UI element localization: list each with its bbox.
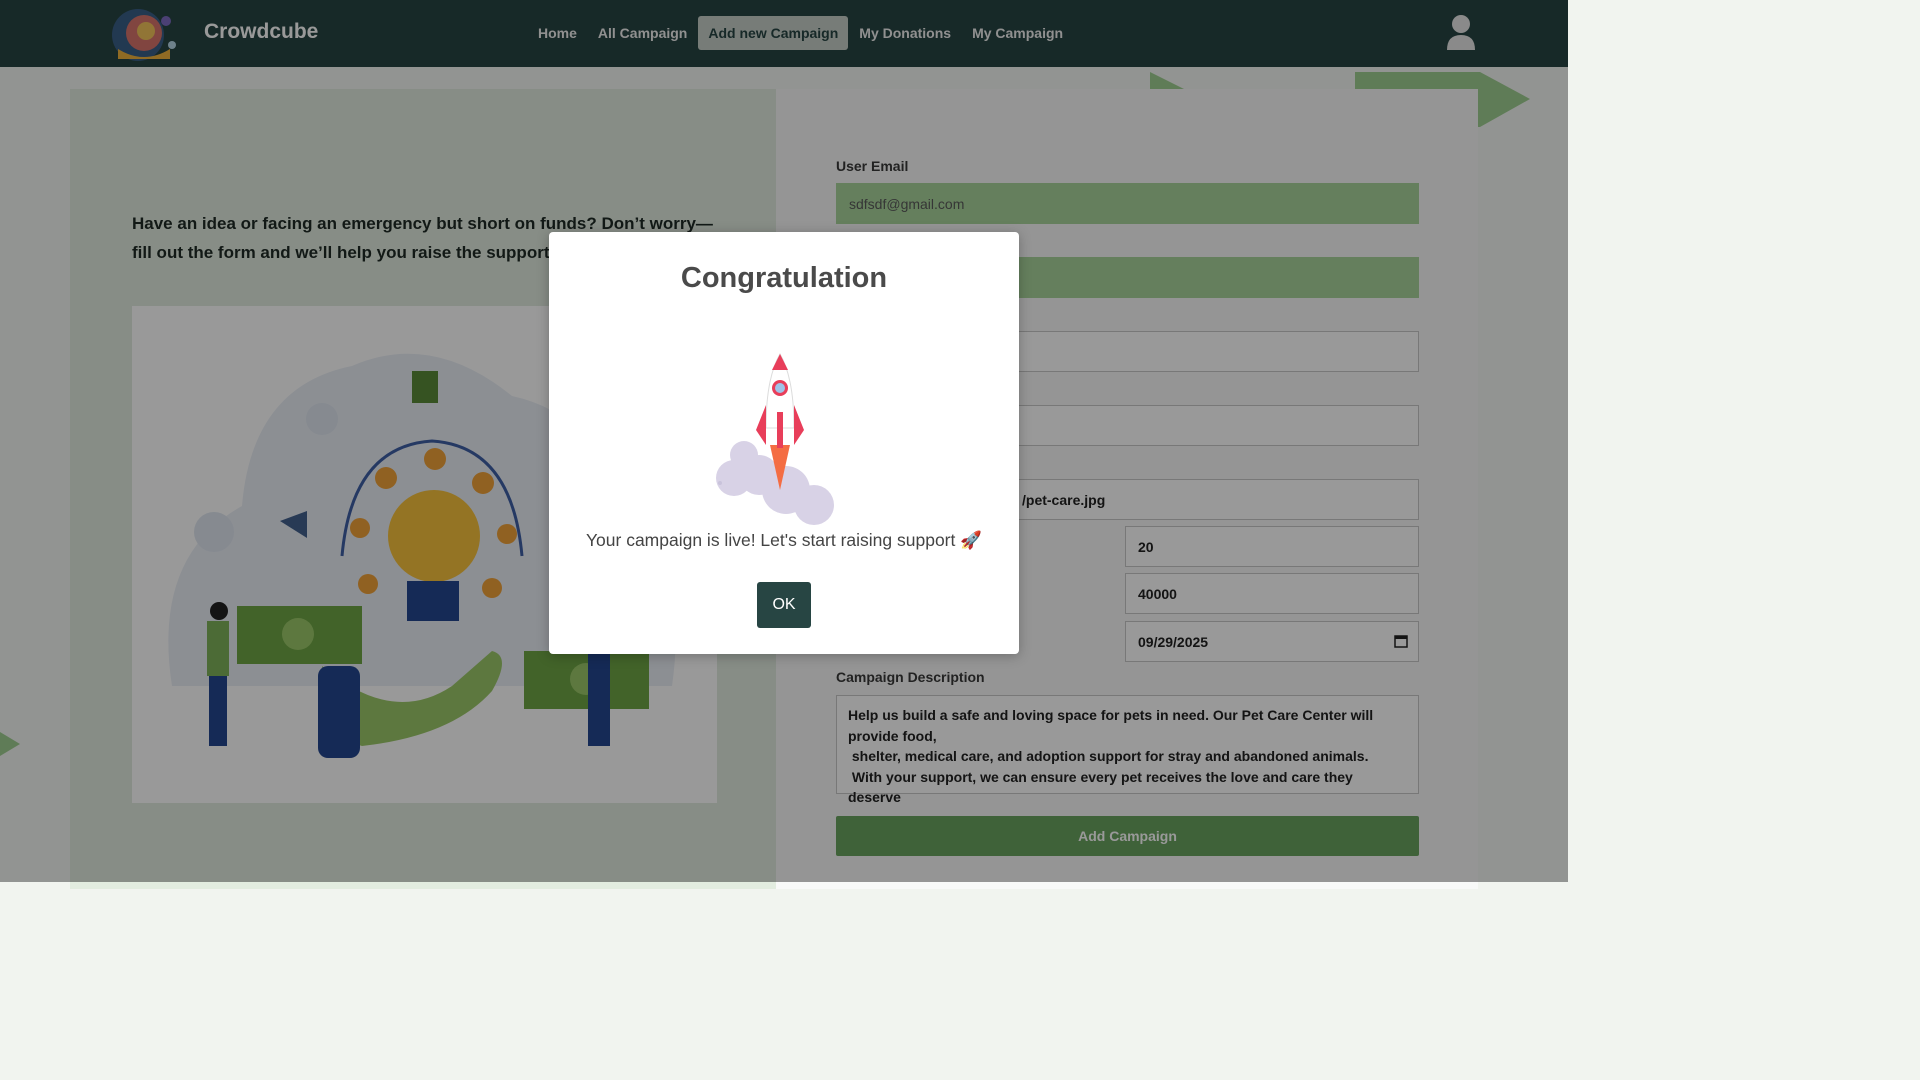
modal-message: Your campaign is live! Let's start raisi… xyxy=(585,530,983,550)
success-modal: Congratulation Your campaign is live! Le… xyxy=(549,232,1019,654)
ok-button[interactable]: OK xyxy=(757,582,811,628)
rocket-icon xyxy=(716,353,834,525)
modal-title: Congratulation xyxy=(680,262,888,294)
